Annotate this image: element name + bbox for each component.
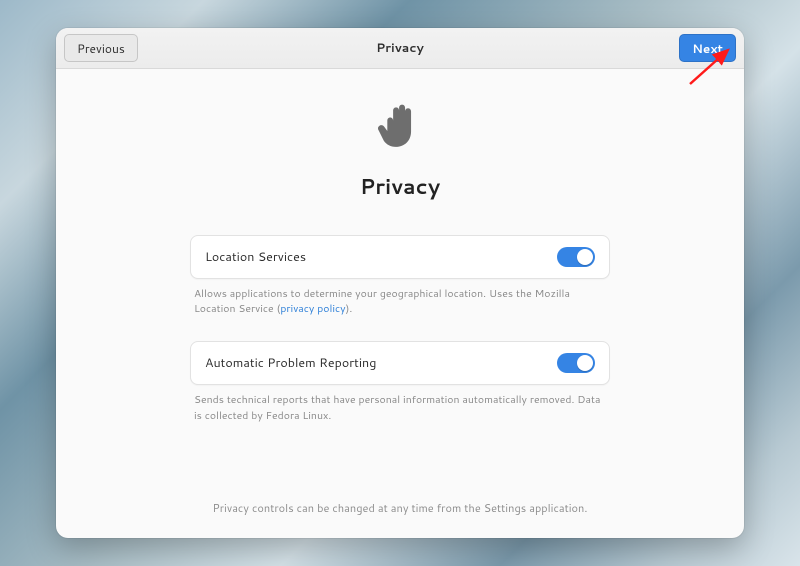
- page-title: Privacy: [360, 171, 440, 201]
- problem-reporting-group: Automatic Problem Reporting Sends techni…: [190, 341, 610, 423]
- problem-reporting-row[interactable]: Automatic Problem Reporting: [190, 341, 610, 385]
- next-button[interactable]: Next: [679, 34, 736, 62]
- initial-setup-window: Previous Privacy Next Privacy Location S…: [56, 28, 744, 538]
- problem-reporting-label: Automatic Problem Reporting: [205, 354, 376, 372]
- content-area: Privacy Location Services Allows applica…: [56, 69, 744, 538]
- previous-button[interactable]: Previous: [64, 34, 138, 62]
- location-services-description: Allows applications to determine your ge…: [194, 287, 606, 317]
- location-services-group: Location Services Allows applications to…: [190, 235, 610, 317]
- privacy-hand-icon: [371, 97, 429, 161]
- location-services-row[interactable]: Location Services: [190, 235, 610, 279]
- headerbar: Previous Privacy Next: [56, 28, 744, 69]
- headerbar-title: Privacy: [56, 39, 744, 57]
- problem-reporting-description: Sends technical reports that have person…: [194, 393, 606, 423]
- problem-reporting-switch[interactable]: [557, 353, 595, 373]
- location-services-switch[interactable]: [557, 247, 595, 267]
- footer-note: Privacy controls can be changed at any t…: [56, 500, 744, 516]
- privacy-policy-link[interactable]: privacy policy: [280, 302, 345, 316]
- location-services-label: Location Services: [205, 248, 306, 266]
